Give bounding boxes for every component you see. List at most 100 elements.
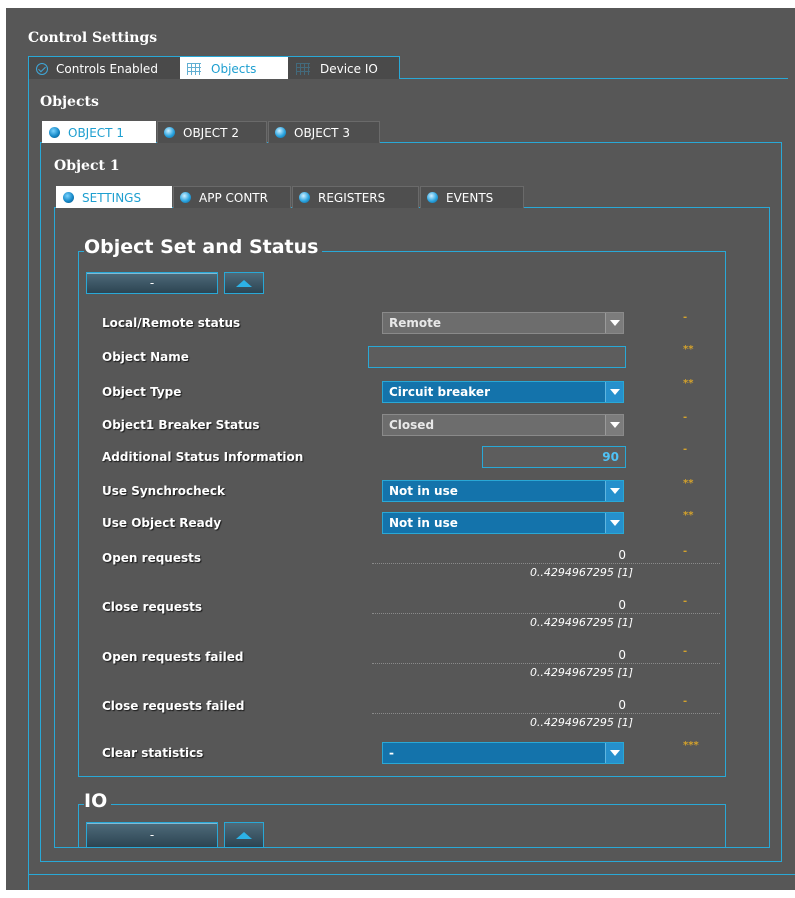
object-icon xyxy=(164,127,175,138)
edit-marker: - xyxy=(683,412,688,423)
tab-object-2[interactable]: OBJECT 2 xyxy=(157,121,267,143)
tab-settings[interactable]: SETTINGS xyxy=(56,186,172,208)
clear-statistics-select[interactable]: - xyxy=(382,742,624,764)
io-scroll-up-button[interactable] xyxy=(224,822,264,848)
open-requests-failed-value: 0 xyxy=(618,648,626,662)
tab-label: REGISTERS xyxy=(318,190,386,205)
edit-marker: ** xyxy=(683,378,694,389)
events-icon xyxy=(427,192,438,203)
status-group-title: Object Set and Status xyxy=(84,236,323,258)
chevron-down-icon xyxy=(605,313,623,333)
additional-status-label: Additional Status Information xyxy=(102,450,304,464)
use-object-ready-select[interactable]: Not in use xyxy=(382,512,624,534)
use-object-ready-label: Use Object Ready xyxy=(102,516,222,530)
tab-label: OBJECT 3 xyxy=(294,125,350,140)
chevron-down-icon xyxy=(605,415,623,435)
close-requests-value: 0 xyxy=(618,598,626,612)
open-requests-failed-label: Open requests failed xyxy=(102,650,244,664)
app-contr-icon xyxy=(180,192,191,203)
registers-icon xyxy=(299,192,310,203)
close-requests-failed-value: 0 xyxy=(618,698,626,712)
object-type-select[interactable]: Circuit breaker xyxy=(382,381,624,403)
edit-marker: - xyxy=(683,546,688,557)
grid-icon xyxy=(296,62,310,75)
divider xyxy=(372,713,720,714)
object-panel-title: Object 1 xyxy=(54,158,120,174)
breaker-status-label: Object1 Breaker Status xyxy=(102,418,260,432)
edit-marker: ** xyxy=(683,344,694,355)
arrow-up-icon xyxy=(236,831,252,839)
select-value: - xyxy=(389,746,394,760)
object-name-label: Object Name xyxy=(102,350,189,364)
tab-label: APP CONTR xyxy=(199,190,268,205)
use-synchrocheck-label: Use Synchrocheck xyxy=(102,484,225,498)
object-type-label: Object Type xyxy=(102,385,182,399)
tab-label: OBJECT 2 xyxy=(183,125,239,140)
panel-footer xyxy=(54,848,772,890)
edit-marker: - xyxy=(683,312,688,323)
open-requests-value: 0 xyxy=(618,548,626,562)
close-requests-failed-label: Close requests failed xyxy=(102,699,245,713)
select-value: Not in use xyxy=(389,484,458,498)
control-settings-window: Control Settings Controls Enabled Object… xyxy=(6,8,795,890)
clear-statistics-label: Clear statistics xyxy=(102,746,204,760)
edit-marker: - xyxy=(683,696,688,707)
chevron-down-icon xyxy=(605,743,623,763)
select-value: Closed xyxy=(389,418,435,432)
select-value: Circuit breaker xyxy=(389,385,490,399)
object-icon xyxy=(275,127,286,138)
scroll-up-button[interactable] xyxy=(224,272,264,294)
chevron-down-icon xyxy=(605,382,623,402)
settings-icon xyxy=(63,192,74,203)
close-requests-range: 0..4294967295 [1] xyxy=(529,616,633,629)
object-icon xyxy=(49,127,60,138)
collapse-button[interactable]: - xyxy=(86,272,218,294)
open-requests-label: Open requests xyxy=(102,551,201,565)
divider xyxy=(372,663,720,664)
tab-device-io[interactable]: Device IO xyxy=(289,57,399,79)
edit-marker: - xyxy=(683,596,688,607)
tab-label: Device IO xyxy=(320,61,378,76)
close-requests-label: Close requests xyxy=(102,600,202,614)
tab-label: OBJECT 1 xyxy=(68,125,124,140)
local-remote-label: Local/Remote status xyxy=(102,316,241,330)
check-circle-icon xyxy=(36,62,48,75)
divider xyxy=(40,861,782,862)
tab-label: SETTINGS xyxy=(82,190,142,205)
tab-label: Objects xyxy=(211,61,257,76)
close-requests-failed-range: 0..4294967295 [1] xyxy=(529,716,633,729)
tab-label: EVENTS xyxy=(446,190,494,205)
tab-controls-enabled[interactable]: Controls Enabled xyxy=(29,57,179,79)
divider xyxy=(28,874,795,875)
tab-label: Controls Enabled xyxy=(56,61,158,76)
edit-marker: *** xyxy=(683,740,699,751)
tab-events[interactable]: EVENTS xyxy=(420,186,524,208)
tab-objects[interactable]: Objects xyxy=(180,57,288,79)
tab-registers[interactable]: REGISTERS xyxy=(292,186,419,208)
chevron-down-icon xyxy=(605,513,623,533)
grid-icon xyxy=(187,62,201,75)
object-name-input[interactable] xyxy=(368,346,626,368)
tab-app-contr[interactable]: APP CONTR xyxy=(173,186,291,208)
edit-marker: ** xyxy=(683,478,694,489)
edit-marker: - xyxy=(683,444,688,455)
tab-object-3[interactable]: OBJECT 3 xyxy=(268,121,380,143)
divider xyxy=(372,613,720,614)
io-collapse-button[interactable]: - xyxy=(86,822,218,848)
divider xyxy=(54,847,770,848)
edit-marker: ** xyxy=(683,510,694,521)
arrow-up-icon xyxy=(236,279,252,287)
open-requests-failed-range: 0..4294967295 [1] xyxy=(529,666,633,679)
tab-object-1[interactable]: OBJECT 1 xyxy=(42,121,156,143)
open-requests-range: 0..4294967295 [1] xyxy=(529,566,633,579)
edit-marker: - xyxy=(683,646,688,657)
io-group-title: IO xyxy=(84,790,112,812)
divider xyxy=(372,563,720,564)
breaker-status-select: Closed xyxy=(382,414,624,436)
select-value: Not in use xyxy=(389,516,458,530)
select-value: Remote xyxy=(389,316,442,330)
local-remote-select[interactable]: Remote xyxy=(382,312,624,334)
objects-section-title: Objects xyxy=(40,94,99,110)
additional-status-input[interactable]: 90 xyxy=(482,446,626,468)
use-synchrocheck-select[interactable]: Not in use xyxy=(382,480,624,502)
